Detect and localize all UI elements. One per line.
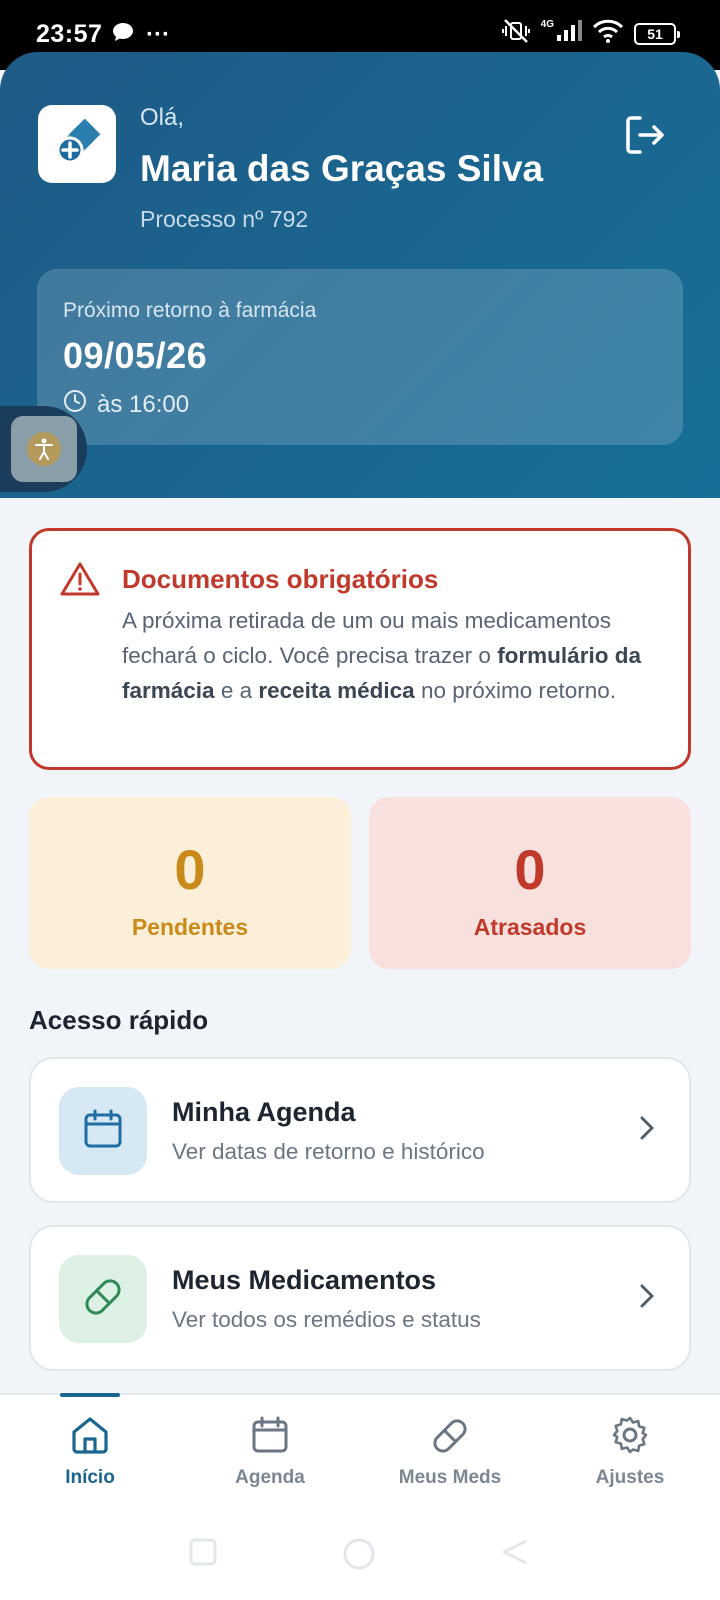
battery-icon: 51: [634, 22, 680, 45]
quick-card-subtitle: Ver todos os remédios e status: [172, 1307, 481, 1332]
app-logo: [38, 105, 116, 183]
pending-label: Pendentes: [131, 914, 249, 940]
pill-icon: [429, 1415, 471, 1462]
accessibility-button[interactable]: [0, 406, 87, 492]
process-number: Processo nº 792: [140, 206, 309, 232]
pill-icon: [80, 1274, 126, 1325]
nav-settings[interactable]: Ajustes: [540, 1395, 720, 1505]
calendar-icon: [82, 1108, 124, 1155]
pill-plus-icon: [49, 114, 105, 175]
nav-label: Ajustes: [595, 1467, 665, 1488]
next-return-label: Próximo retorno à farmácia: [63, 299, 317, 322]
back-button[interactable]: [500, 1537, 530, 1572]
nav-label: Meus Meds: [398, 1467, 502, 1488]
active-tab-indicator: [60, 1393, 120, 1397]
signal-icon: [556, 20, 582, 47]
nav-label: Início: [65, 1467, 115, 1488]
quick-card-title: Minha Agenda: [172, 1097, 356, 1127]
my-agenda-card[interactable]: Minha Agenda Ver datas de retorno e hist…: [29, 1057, 691, 1203]
user-name: Maria das Graças Silva: [140, 148, 544, 189]
alert-body: A próxima retirada de um ou mais medicam…: [122, 608, 641, 703]
header: Olá, Maria das Graças Silva Processo nº …: [0, 52, 720, 498]
home-icon: [70, 1415, 110, 1460]
greeting: Olá,: [140, 104, 185, 131]
chevron-right-icon: [639, 1115, 655, 1146]
alert-title: Documentos obrigatórios: [122, 564, 439, 594]
quick-access-title: Acesso rápido: [29, 1005, 209, 1035]
accessibility-icon: [27, 432, 61, 466]
bottom-navigation: Início Agenda Meus Meds Ajustes: [0, 1393, 720, 1513]
logout-icon: [624, 114, 666, 161]
status-time: 23:57: [36, 20, 103, 48]
calendar-icon: [250, 1415, 290, 1460]
pending-stat-card[interactable]: 0 Pendentes: [29, 797, 351, 969]
home-button[interactable]: [342, 1537, 376, 1576]
required-documents-alert: Documentos obrigatórios A próxima retira…: [29, 528, 691, 770]
more-notifications-icon: ···: [146, 20, 170, 48]
nav-my-meds[interactable]: Meus Meds: [360, 1395, 540, 1505]
chat-bubble-icon: [112, 22, 134, 47]
recent-apps-button[interactable]: [188, 1537, 218, 1572]
overdue-stat-card[interactable]: 0 Atrasados: [369, 797, 691, 969]
overdue-count: 0: [514, 838, 546, 901]
nav-agenda[interactable]: Agenda: [180, 1395, 360, 1505]
system-navigation-bar: [0, 1513, 720, 1600]
nav-label: Agenda: [235, 1467, 305, 1488]
warning-icon: [60, 561, 100, 602]
quick-card-subtitle: Ver datas de retorno e histórico: [172, 1139, 485, 1164]
quick-card-title: Meus Medicamentos: [172, 1265, 437, 1295]
network-type: 4G: [540, 19, 554, 30]
next-return-time: às 16:00: [97, 390, 190, 418]
pending-count: 0: [174, 838, 206, 901]
vibrate-mute-icon: [501, 18, 531, 49]
next-return-date: 09/05/26: [63, 335, 208, 376]
gear-icon: [610, 1415, 650, 1460]
nav-home[interactable]: Início: [0, 1393, 180, 1505]
my-medications-card[interactable]: Meus Medicamentos Ver todos os remédios …: [29, 1225, 691, 1371]
chevron-right-icon: [639, 1283, 655, 1314]
logout-button[interactable]: [620, 112, 670, 162]
wifi-icon: [592, 19, 624, 48]
next-return-card: Próximo retorno à farmácia 09/05/26 às 1…: [37, 269, 683, 445]
overdue-label: Atrasados: [473, 914, 587, 940]
